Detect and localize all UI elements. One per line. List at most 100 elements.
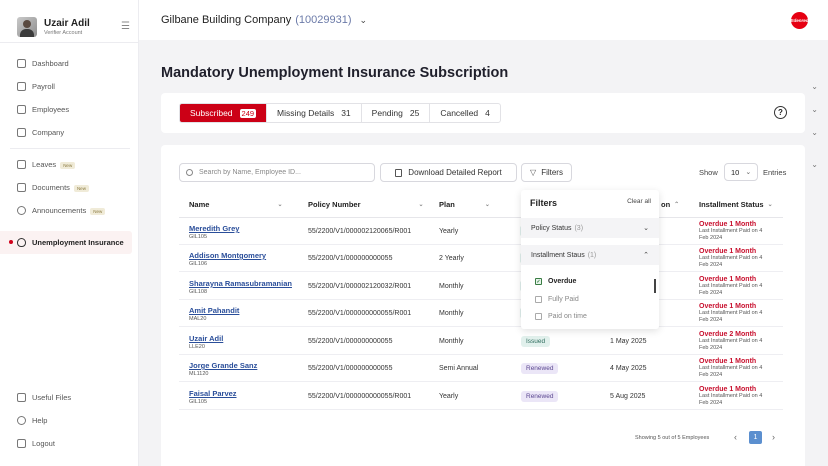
- employee-name-link[interactable]: Jorge Grande Sanz: [189, 361, 257, 370]
- table-row: Amit Pahandit MAL20 55/2200/V1/00000000005…: [179, 300, 783, 327]
- tab-missing-details[interactable]: Missing Details 31: [267, 104, 362, 122]
- installment-last-paid: Last Installment Paid on 4: [699, 310, 763, 316]
- employee-name-link[interactable]: Addison Montgomery: [189, 251, 266, 260]
- table-row: Uzair Adil LLE20 55/2200/V1/000000000055 Mo…: [179, 328, 783, 355]
- chevron-down-icon: ⌄: [359, 15, 368, 25]
- installment-last-paid: Last Installment Paid on 4: [699, 338, 763, 344]
- policy-number: 55/2200/V1/000000000055: [308, 338, 393, 345]
- new-badge: New: [90, 207, 106, 215]
- installment-status: Overdue 1 Month: [699, 358, 757, 365]
- search-box[interactable]: [179, 163, 375, 182]
- chevron-down-icon: ⌄: [745, 169, 752, 176]
- renewal-date: 5 Aug 2025: [610, 393, 646, 400]
- chevron-right-icon[interactable]: ›: [772, 432, 775, 442]
- profile[interactable]: Uzair Adil Verifier Account ☰: [0, 0, 138, 40]
- employee-name-link[interactable]: Faisal Parvez: [189, 389, 237, 398]
- installment-last-paid: Last Installment Paid on 4: [699, 283, 763, 289]
- filter-option-overdue[interactable]: ✓ Overdue: [535, 278, 576, 285]
- page-button-current[interactable]: 1: [749, 431, 762, 444]
- logout-icon: [17, 438, 26, 448]
- installment-last-paid: Last Installment Paid on 4: [699, 393, 763, 399]
- sort-icon: ⌄: [767, 202, 773, 208]
- installment-last-paid-date: Feb 2024: [699, 345, 723, 351]
- checkbox-icon: [535, 296, 542, 303]
- company-icon: [17, 127, 26, 137]
- employee-id: GIL105: [189, 399, 208, 405]
- chevron-down-icon: ⌄: [811, 81, 818, 91]
- status-tabs: Subscribed 249 Missing Details 31 Pending 2…: [179, 103, 501, 123]
- column-header-name[interactable]: Name ⌄: [189, 200, 282, 209]
- plan: Yearly: [439, 393, 459, 400]
- plan: 2 Yearly: [439, 255, 464, 262]
- sort-icon: ⌃: [674, 202, 680, 208]
- download-icon: [395, 168, 403, 177]
- employee-id: GIL105: [189, 234, 208, 240]
- help-icon[interactable]: ?: [774, 106, 787, 119]
- column-header-plan[interactable]: Plan ⌄: [439, 200, 490, 209]
- plan: Yearly: [439, 228, 459, 235]
- entries-label: Entries: [763, 168, 787, 177]
- page-title: Mandatory Unemployment Insurance Subscri…: [161, 65, 509, 81]
- installment-last-paid-date: Feb 2024: [699, 317, 723, 323]
- clear-all-link[interactable]: Clear all: [627, 198, 651, 205]
- company-selector[interactable]: Gilbane Building Company (10029931) ⌄: [161, 14, 367, 26]
- sort-icon: ⌄: [418, 202, 424, 208]
- plan: Monthly: [439, 338, 464, 345]
- status-badge: Renewed: [521, 391, 559, 402]
- header: Gilbane Building Company (10029931) ⌄ Eden…: [139, 0, 828, 40]
- menu-icon[interactable]: ☰: [121, 21, 130, 32]
- policy-number: 55/2200/V1/000000000055: [308, 255, 393, 262]
- policy-number: 55/2200/V1/000002120032/R001: [308, 283, 412, 290]
- entries-select[interactable]: 10 ⌄: [724, 163, 758, 181]
- installment-last-paid-date: Feb 2024: [699, 262, 723, 268]
- employee-name-link[interactable]: Amit Pahandit: [189, 306, 239, 315]
- column-header-date[interactable]: on ⌃: [661, 200, 679, 209]
- employee-id: GIL106: [189, 261, 208, 267]
- help-icon: [17, 415, 26, 425]
- filter-section-installment-status[interactable]: Installment Staus (1) ⌃: [521, 245, 659, 265]
- filters-button[interactable]: ▽ Filters: [521, 163, 572, 182]
- chevron-left-icon[interactable]: ‹: [734, 432, 737, 442]
- status-badge: Renewed: [521, 363, 559, 374]
- company-id: (10029931): [295, 14, 352, 26]
- checkbox-checked-icon: ✓: [535, 278, 542, 285]
- tab-cancelled[interactable]: Cancelled 4: [430, 104, 500, 122]
- user-name: Uzair Adil: [44, 17, 90, 29]
- tab-pending[interactable]: Pending 25: [362, 104, 431, 122]
- main-card: Download Detailed Report ▽ Filters Show …: [161, 145, 805, 466]
- filter-option-paid-on-time[interactable]: Paid on time: [535, 313, 587, 320]
- new-badge: New: [73, 184, 89, 192]
- search-input[interactable]: [199, 169, 369, 176]
- dashboard-icon: [17, 58, 26, 68]
- announcement-icon: [17, 205, 26, 215]
- table-row: Faisal Parvez GIL105 55/2200/V1/0000000000…: [179, 383, 783, 410]
- installment-last-paid: Last Installment Paid on 4: [699, 365, 763, 371]
- download-report-button[interactable]: Download Detailed Report: [380, 163, 517, 182]
- tab-subscribed[interactable]: Subscribed 249: [180, 104, 268, 122]
- installment-last-paid-date: Feb 2024: [699, 372, 723, 378]
- company-name: Gilbane Building Company: [161, 14, 292, 26]
- user-role: Verifier Account: [44, 29, 83, 36]
- employee-id: GIL108: [189, 289, 208, 295]
- installment-status: Overdue 1 Month: [699, 276, 757, 283]
- employee-name-link[interactable]: Meredith Grey: [189, 224, 239, 233]
- employee-id: MAL20: [189, 316, 207, 322]
- status-badge: Issued: [521, 336, 551, 347]
- column-header-installment[interactable]: Installment Status ⌄: [699, 200, 773, 209]
- sort-icon: ⌄: [484, 202, 490, 208]
- column-header-policy[interactable]: Policy Number ⌄: [308, 200, 424, 209]
- filter-section-policy-status[interactable]: Policy Status (3) ⌄: [521, 218, 659, 238]
- plan: Semi Annual: [439, 365, 479, 372]
- installment-status: Overdue 2 Month: [699, 331, 757, 338]
- employee-id: LLE20: [189, 344, 205, 350]
- payroll-icon: [17, 81, 26, 91]
- sidebar-item-payroll[interactable]: Payroll ⌄: [17, 80, 818, 92]
- employee-name-link[interactable]: Uzair Adil: [189, 334, 223, 343]
- installment-last-paid: Last Installment Paid on 4: [699, 228, 763, 234]
- table-row: Sharayna Ramasubramanian GIL108 55/2200/V1…: [179, 273, 783, 300]
- installment-last-paid-date: Feb 2024: [699, 290, 723, 296]
- employee-name-link[interactable]: Sharayna Ramasubramanian: [189, 279, 292, 288]
- scrollbar[interactable]: [654, 279, 656, 293]
- filter-option-fully-paid[interactable]: Fully Paid: [535, 296, 579, 303]
- policy-number: 55/2200/V1/000000000055/R001: [308, 310, 412, 317]
